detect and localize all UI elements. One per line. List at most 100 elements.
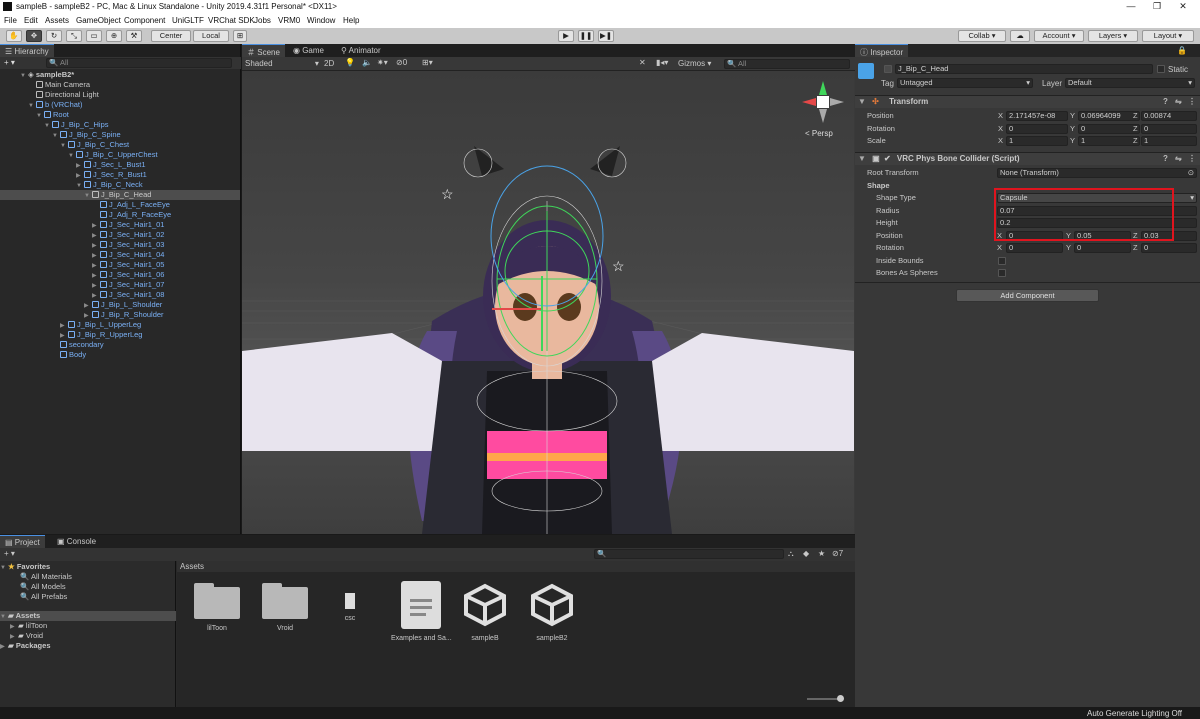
pause-button[interactable]: ❚❚	[578, 30, 594, 42]
inspector-lock-icon[interactable]: 🔒	[1177, 46, 1187, 55]
snap-grid-icon[interactable]: ⊞	[233, 30, 247, 42]
minimize-button[interactable]: —	[1124, 1, 1138, 13]
hierarchy-row[interactable]: ▼ J_Bip_C_Hips	[0, 120, 240, 130]
tab-project[interactable]: ▤ Project	[0, 535, 45, 548]
context-menu-icon[interactable]: ⋮	[1188, 96, 1196, 108]
hierarchy-row[interactable]: ▼ ◈ sampleB2*	[0, 70, 240, 80]
hierarchy-row[interactable]: ▶ J_Sec_Hair1_01	[0, 220, 240, 230]
custom-tool-icon[interactable]: ⚒	[126, 30, 142, 42]
hierarchy-row[interactable]: ▼ J_Bip_C_Neck	[0, 180, 240, 190]
hierarchy-row[interactable]: ▼ J_Bip_C_Chest	[0, 140, 240, 150]
hierarchy-row[interactable]: ▶ J_Bip_R_Shoulder	[0, 310, 240, 320]
move-tool-icon[interactable]: ✥	[26, 30, 42, 42]
layout-dropdown[interactable]: Layout ▾	[1142, 30, 1194, 42]
transform-y-field[interactable]: 0	[1078, 123, 1140, 134]
grid-dropdown-icon[interactable]: ⊞▾	[422, 58, 433, 67]
scene-viewport[interactable]: ☆ ☆ < Persp	[242, 71, 854, 534]
asset-item[interactable]: Vroid	[255, 583, 315, 632]
menu-edit[interactable]: Edit	[24, 16, 38, 25]
menu-gameobject[interactable]: GameObject	[76, 16, 121, 25]
menu-assets[interactable]: Assets	[45, 16, 69, 25]
hierarchy-row[interactable]: ▶ J_Sec_Hair1_06	[0, 270, 240, 280]
menu-help[interactable]: Help	[343, 16, 359, 25]
project-search-input[interactable]: 🔍	[594, 549, 784, 559]
effects-dropdown-icon[interactable]: ✷▾	[377, 58, 388, 67]
hierarchy-row[interactable]: ▼ Root	[0, 110, 240, 120]
hierarchy-row[interactable]: Directional Light	[0, 90, 240, 100]
collider-rotation-y[interactable]: 0	[1074, 243, 1131, 253]
hidden-objects-icon[interactable]: ⊘0	[396, 58, 407, 67]
object-name-field[interactable]: J_Bip_C_Head	[895, 64, 1153, 74]
hierarchy-row[interactable]: J_Adj_L_FaceEye	[0, 200, 240, 210]
camera-dropdown-icon[interactable]: ▮◂▾	[656, 58, 668, 67]
account-dropdown[interactable]: Account ▾	[1034, 30, 1084, 42]
step-button[interactable]: ▶❚	[598, 30, 614, 42]
collab-button[interactable]: Collab ▾	[958, 30, 1006, 42]
assets-root-item[interactable]: ▼ ▰ Assets	[0, 611, 176, 621]
menu-vrm0[interactable]: VRM0	[278, 16, 300, 25]
maximize-button[interactable]: ❐	[1150, 1, 1164, 13]
menu-unigltf[interactable]: UniGLTF	[172, 16, 204, 25]
hierarchy-row[interactable]: ▼ J_Bip_C_UpperChest	[0, 150, 240, 160]
inside-bounds-checkbox[interactable]	[998, 257, 1006, 265]
hierarchy-row[interactable]: ▶ J_Sec_L_Bust1	[0, 160, 240, 170]
help-icon[interactable]: ?	[1163, 96, 1168, 108]
tag-dropdown[interactable]: Untagged ▾	[897, 78, 1033, 88]
transform-y-field[interactable]: 0.06964099	[1078, 111, 1140, 121]
asset-item[interactable]: lilToon	[187, 583, 247, 632]
active-checkbox[interactable]	[884, 65, 892, 73]
pivot-local-button[interactable]: Local	[193, 30, 229, 42]
hierarchy-row[interactable]: ▶ J_Sec_Hair1_08	[0, 290, 240, 300]
scale-tool-icon[interactable]: ⤡	[66, 30, 82, 42]
collider-enabled-checkbox[interactable]: ✔	[884, 154, 891, 163]
hierarchy-row[interactable]: ▼ J_Bip_C_Spine	[0, 130, 240, 140]
hand-tool-icon[interactable]: ✋	[6, 30, 22, 42]
tab-hierarchy[interactable]: ☰ Hierarchy	[0, 44, 54, 57]
tab-inspector[interactable]: ⓘ Inspector	[855, 44, 909, 57]
hierarchy-row[interactable]: ▼ J_Bip_C_Head	[0, 190, 240, 200]
menu-vrchat-sdk[interactable]: VRChat SDK	[208, 16, 255, 25]
hierarchy-row[interactable]: ▶ J_Sec_Hair1_04	[0, 250, 240, 260]
hierarchy-row[interactable]: Body	[0, 350, 240, 360]
perspective-label[interactable]: < Persp	[805, 129, 833, 138]
search-by-type-icon[interactable]: ⛬	[788, 549, 794, 559]
hidden-packages-icon[interactable]: ⊘7	[832, 549, 843, 558]
root-transform-field[interactable]: None (Transform) ⊙	[997, 168, 1197, 178]
hierarchy-row[interactable]: secondary	[0, 340, 240, 350]
mode-2d-toggle[interactable]: 2D	[324, 59, 334, 68]
hierarchy-row[interactable]: ▶ J_Bip_R_UpperLeg	[0, 330, 240, 340]
scene-search-input[interactable]: 🔍 All	[724, 59, 850, 69]
transform-header[interactable]: ▼ ✣ Transform ? ⇋ ⋮	[855, 95, 1200, 108]
hierarchy-row[interactable]: ▶ J_Sec_R_Bust1	[0, 170, 240, 180]
rotate-tool-icon[interactable]: ↻	[46, 30, 62, 42]
collider-header[interactable]: ▼ ▣ ✔ VRC Phys Bone Collider (Script) ? …	[855, 152, 1200, 165]
layers-dropdown[interactable]: Layers ▾	[1088, 30, 1138, 42]
transform-z-field[interactable]: 1	[1141, 136, 1197, 146]
transform-x-field[interactable]: 2.171457e-08	[1006, 111, 1068, 121]
scene-orientation-gizmo[interactable]	[798, 77, 848, 127]
shading-dropdown[interactable]: Shaded ▾	[245, 59, 319, 68]
collider-rotation-x[interactable]: 0	[1006, 243, 1063, 253]
hierarchy-search-input[interactable]: 🔍 All	[46, 58, 232, 68]
asset-item[interactable]: Examples and Sa...	[391, 581, 452, 642]
transform-x-field[interactable]: 1	[1006, 136, 1068, 146]
pivot-center-button[interactable]: Center	[151, 30, 191, 42]
asset-item[interactable]: sampleB	[455, 583, 515, 642]
tab-animator[interactable]: ⚲ Animator	[336, 44, 386, 57]
hierarchy-row[interactable]: J_Adj_R_FaceEye	[0, 210, 240, 220]
hierarchy-row[interactable]: ▶ J_Sec_Hair1_03	[0, 240, 240, 250]
lighting-toggle-icon[interactable]: 💡	[345, 58, 355, 67]
preset-icon[interactable]: ⇋	[1175, 96, 1182, 108]
menu-file[interactable]: File	[4, 16, 17, 25]
close-button[interactable]: ✕	[1176, 1, 1190, 13]
hierarchy-row[interactable]: Main Camera	[0, 80, 240, 90]
favorite-star-icon[interactable]: ★	[818, 549, 825, 558]
search-by-label-icon[interactable]: ◆	[803, 549, 809, 558]
tab-scene[interactable]: ＃ Scene	[242, 44, 285, 57]
asset-breadcrumb[interactable]: Assets	[180, 562, 204, 571]
hierarchy-row[interactable]: ▶ J_Sec_Hair1_05	[0, 260, 240, 270]
transform-y-field[interactable]: 1	[1078, 136, 1140, 146]
hierarchy-row[interactable]: ▶ J_Sec_Hair1_02	[0, 230, 240, 240]
menu-window[interactable]: Window	[307, 16, 335, 25]
preset-icon[interactable]: ⇋	[1175, 153, 1182, 165]
